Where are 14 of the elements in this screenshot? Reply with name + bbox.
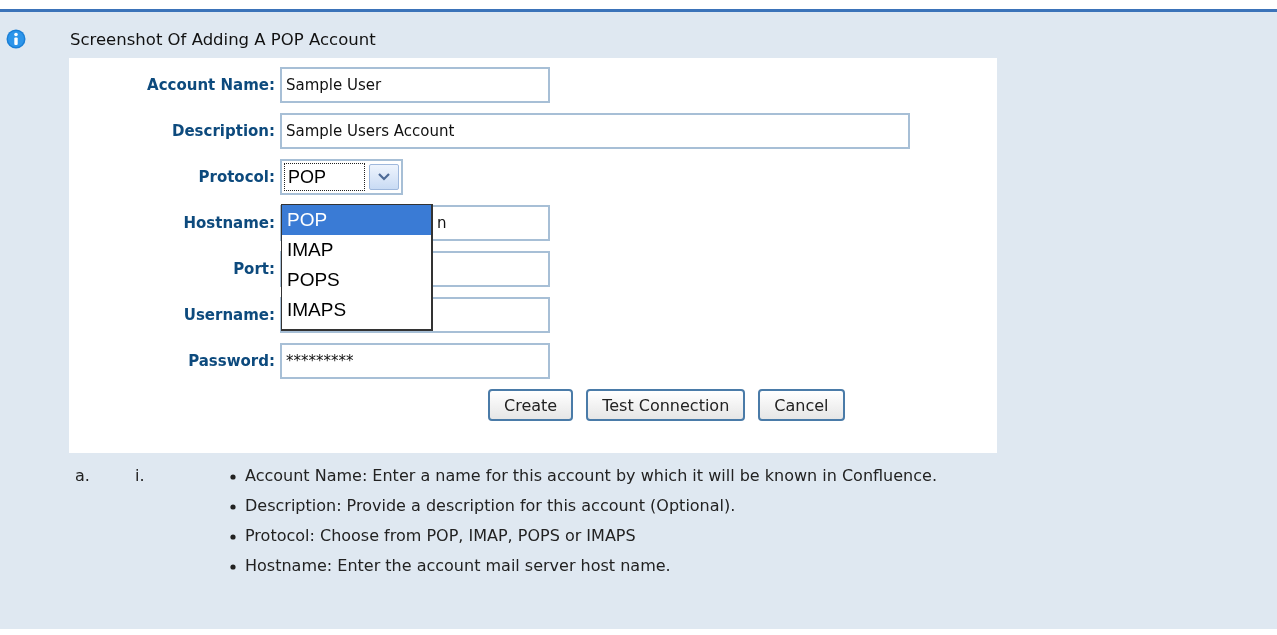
field-label: Description: xyxy=(171,122,276,140)
field-label: Protocol: xyxy=(197,168,276,186)
field-label: Username: xyxy=(182,306,276,324)
note-text: Hostname: Enter the account mail server host name. xyxy=(245,555,671,577)
note-text: Description: Provide a description for this account (Optional). xyxy=(245,495,736,517)
list-marker: i. xyxy=(135,465,146,487)
field-label: Password: xyxy=(187,352,276,370)
note-text: Protocol: Choose from POP, IMAP, POPS or IMAPS xyxy=(245,525,636,547)
note-text: Account Name: Enter a name for this account by which it will be known in Confluence. xyxy=(245,465,937,487)
field-label: Port: xyxy=(232,260,276,278)
field-label: Hostname: xyxy=(182,214,276,232)
list-marker: a. xyxy=(74,465,91,487)
field-label: Account Name: xyxy=(146,76,276,94)
info-title: Screenshot Of Adding A POP Account xyxy=(70,29,376,49)
